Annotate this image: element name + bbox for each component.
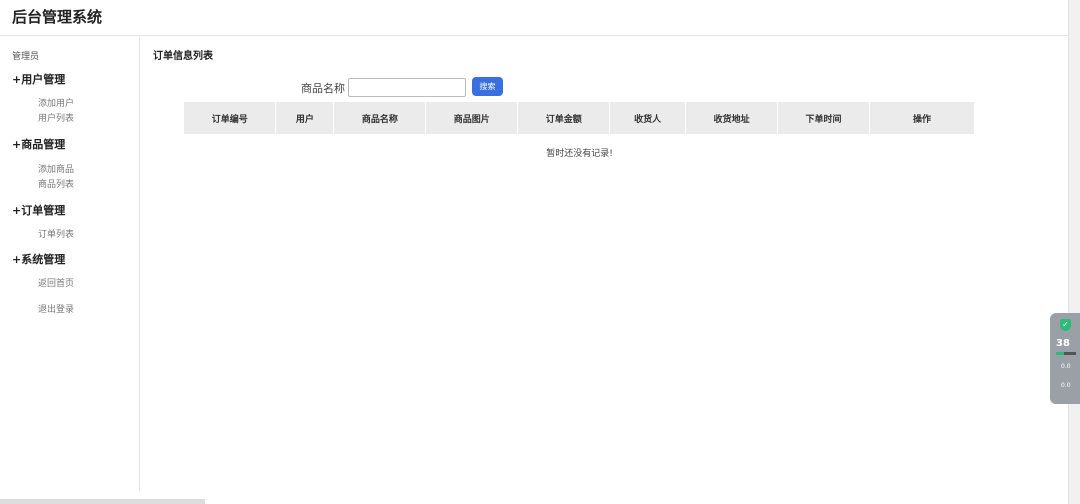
download-speed: 0.0 — [1061, 382, 1071, 389]
usage-percent: 38 — [1056, 338, 1070, 349]
sidebar-item-logout[interactable]: 退出登录 — [38, 302, 74, 315]
sidebar-item-order-list[interactable]: 订单列表 — [38, 227, 74, 240]
col-address: 收货地址 — [685, 102, 779, 134]
col-actions: 操作 — [869, 102, 975, 134]
sidebar-group-system[interactable]: +系统管理 — [12, 251, 65, 267]
sidebar-item-product-list[interactable]: 商品列表 — [38, 177, 74, 190]
col-product-name: 商品名称 — [333, 102, 427, 134]
upload-speed: 0.0 — [1061, 363, 1071, 370]
page-title: 订单信息列表 — [153, 51, 213, 62]
vertical-scrollbar[interactable] — [1068, 0, 1080, 504]
col-receiver: 收货人 — [609, 102, 687, 134]
table-header-row: 订单编号 用户 商品名称 商品图片 订单金额 收货人 收货地址 下单时间 操作 — [184, 102, 975, 134]
col-user: 用户 — [275, 102, 335, 134]
empty-message: 暂时还没有记录! — [546, 149, 613, 159]
app-header: 后台管理系统 — [0, 0, 1068, 36]
sidebar-item-home[interactable]: 返回首页 — [38, 276, 74, 289]
sidebar-item-add-user[interactable]: 添加用户 — [38, 96, 74, 109]
sidebar-item-add-product[interactable]: 添加商品 — [38, 162, 74, 175]
usage-bar — [1056, 352, 1076, 355]
col-order-time: 下单时间 — [777, 102, 871, 134]
user-role: 管理员 — [12, 52, 40, 62]
col-amount: 订单金额 — [517, 102, 611, 134]
horizontal-scrollbar[interactable] — [0, 499, 205, 504]
sidebar-group-orders[interactable]: +订单管理 — [12, 202, 65, 218]
order-table: 订单编号 用户 商品名称 商品图片 订单金额 收货人 收货地址 下单时间 操作 — [184, 102, 975, 134]
sidebar: 管理员 +用户管理 添加用户 用户列表 +商品管理 添加商品 商品列表 +订单管… — [0, 37, 140, 491]
search-button[interactable]: 搜索 — [472, 77, 503, 96]
system-monitor-widget[interactable]: ✓ 38 0.0 0.0 — [1050, 313, 1080, 404]
col-product-image: 商品图片 — [425, 102, 519, 134]
sidebar-group-users[interactable]: +用户管理 — [12, 71, 65, 87]
sidebar-group-products[interactable]: +商品管理 — [12, 136, 65, 152]
search-label: 商品名称 — [301, 82, 345, 95]
product-name-input[interactable] — [348, 78, 466, 97]
col-order-id: 订单编号 — [184, 102, 277, 134]
shield-check-icon: ✓ — [1060, 319, 1071, 331]
app-title: 后台管理系统 — [12, 8, 103, 26]
sidebar-item-user-list[interactable]: 用户列表 — [38, 111, 74, 124]
